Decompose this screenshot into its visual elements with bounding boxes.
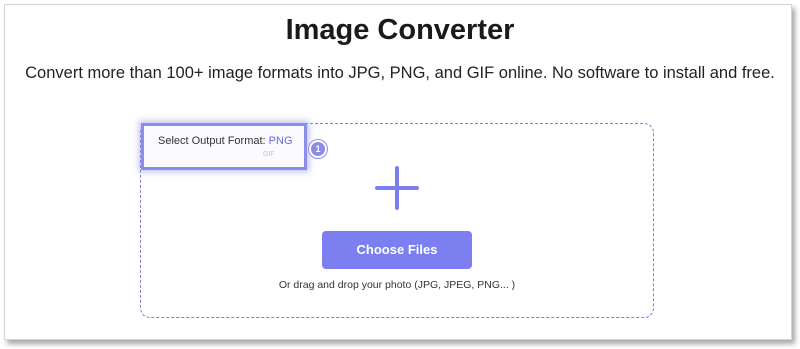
choose-files-button[interactable]: Choose Files: [322, 231, 472, 269]
page-title: Image Converter: [285, 14, 515, 46]
output-format-select[interactable]: Select Output Format: PNG GIF: [141, 123, 307, 170]
plus-icon[interactable]: [375, 166, 419, 210]
output-format-next-option[interactable]: GIF: [263, 151, 275, 158]
output-format-label: Select Output Format: PNG: [158, 135, 293, 147]
drag-drop-hint: Or drag and drop your photo (JPG, JPEG, …: [278, 279, 516, 291]
page-frame: Image Converter Convert more than 100+ i…: [0, 0, 800, 349]
output-format-value[interactable]: PNG: [269, 135, 293, 147]
step-badge: 1: [309, 140, 327, 158]
page-subtitle: Convert more than 100+ image formats int…: [25, 64, 775, 82]
